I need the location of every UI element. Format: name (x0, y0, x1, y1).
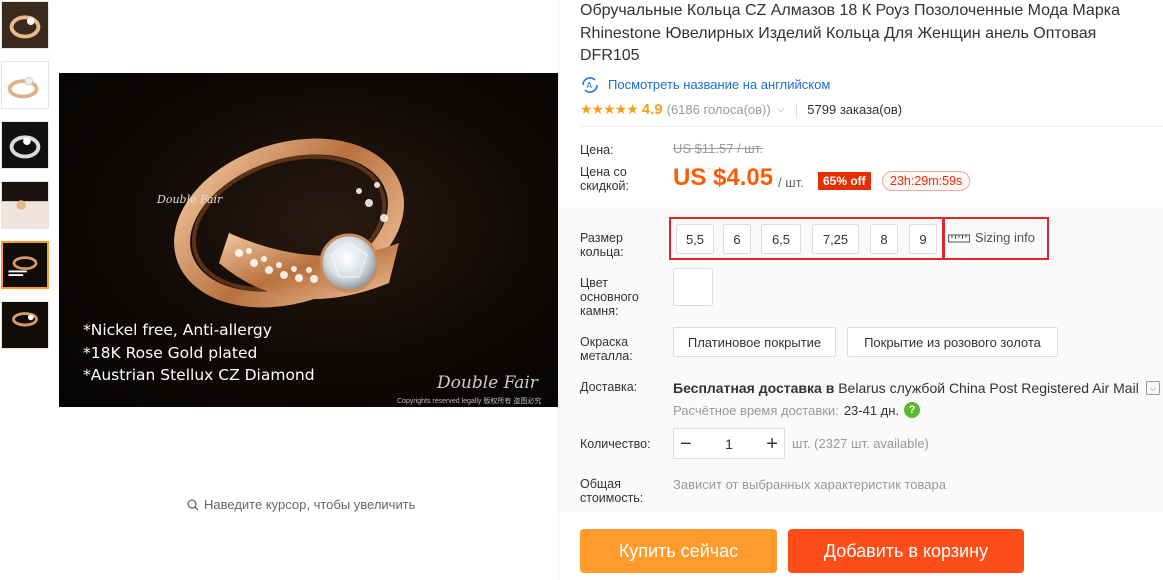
thumbnail-1[interactable] (1, 1, 49, 49)
stone-color-swatch[interactable] (673, 268, 713, 306)
quantity-stepper: − 1 + (673, 428, 785, 459)
original-price: US $11.57 / шт. (673, 141, 763, 156)
rating-value: 4.9 (641, 101, 663, 118)
magnifier-icon (187, 498, 199, 510)
zoom-hint: Наведите курсор, чтобы увеличить (187, 497, 415, 512)
shipping-dropdown-chevron-icon[interactable]: ⌵ (1146, 381, 1160, 395)
minus-icon[interactable]: − (680, 434, 692, 454)
size-option-6[interactable]: 6 (723, 224, 751, 254)
ring-size-label: Размер кольца: (580, 231, 624, 259)
thumbnail-6[interactable] (1, 301, 49, 349)
brand-logo: Double Fair (437, 373, 538, 393)
size-option-9[interactable]: 9 (909, 224, 937, 254)
divider (580, 126, 1163, 127)
translate-link[interactable]: Посмотреть название на английском (608, 77, 830, 92)
sizing-info-text: Sizing info (975, 230, 1035, 245)
discount-price-label: Цена со скидкой: (580, 165, 630, 193)
total-cost-note: Зависит от выбранных характеристик товар… (673, 477, 946, 492)
size-option-7-25[interactable]: 7,25 (812, 224, 859, 254)
metal-option-rose-gold[interactable]: Покрытие из розового золота (847, 327, 1058, 357)
metal-color-label: Окраска металла: (580, 335, 633, 363)
shipping-label: Доставка: (580, 380, 638, 394)
feature-item: *Austrian Stellux CZ Diamond (83, 366, 315, 384)
quantity-label: Количество: (580, 437, 651, 451)
main-product-image[interactable]: Double Fair *Nickel free, Anti-allergy *… (59, 73, 558, 407)
feature-list: *Nickel free, Anti-allergy *18K Rose Gol… (83, 319, 315, 387)
metal-option-platinum[interactable]: Платиновое покрытие (673, 327, 836, 357)
stone-color-label: Цвет основного камня: (580, 276, 639, 318)
product-title: Обручальные Кольца CZ Алмазов 18 К Роуз … (580, 2, 1120, 64)
thumbnail-5-selected[interactable] (1, 241, 49, 289)
votes-count[interactable]: (6186 голоса(ов)) (667, 102, 771, 117)
svg-text:A: A (587, 81, 593, 90)
quantity-available: шт. (2327 шт. available) (792, 436, 929, 451)
add-to-cart-button[interactable]: Добавить в корзину (788, 529, 1024, 573)
discount-price: US $4.05 (673, 164, 774, 191)
thumbnail-4[interactable] (1, 181, 49, 229)
quantity-input[interactable]: 1 (725, 436, 733, 452)
shipping-method: Бесплатная доставка в Belarus службой Ch… (673, 380, 1139, 396)
product-info: Обручальные Кольца CZ Алмазов 18 К Роуз … (559, 0, 1163, 573)
total-cost-label: Общая стоимость: (580, 477, 644, 505)
brand-watermark: Double Fair (157, 193, 223, 206)
rating-row: ★★★★★ 4.9 (6186 голоса(ов)) ⌵ 5799 заказ… (580, 100, 1163, 120)
thumbnail-2[interactable] (1, 61, 49, 109)
discount-badge: 65% off (818, 172, 871, 190)
help-icon[interactable]: ? (904, 402, 921, 418)
delivery-estimate: Расчётное время доставки: 23-41 дн. ? (673, 402, 921, 418)
chevron-down-icon[interactable]: ⌵ (777, 104, 785, 115)
zoom-hint-text: Наведите курсор, чтобы увеличить (204, 497, 416, 512)
translate-link-row[interactable]: A Посмотреть название на английском (580, 76, 1163, 94)
copyright-text: Copyrights reserved legally 版权所有 盗图必究 (397, 398, 542, 405)
countdown-timer: 23h:29m:59s (882, 171, 971, 191)
star-rating-icon: ★★★★★ (580, 101, 639, 117)
ruler-icon (948, 234, 970, 242)
sizing-info-link[interactable]: Sizing info (948, 230, 1035, 245)
plus-icon[interactable]: + (766, 434, 778, 454)
feature-item: *18K Rose Gold plated (83, 343, 258, 362)
thumbnail-3[interactable] (1, 121, 49, 169)
feature-item: *Nickel free, Anti-allergy (83, 321, 272, 339)
orders-count: 5799 заказа(ов) (807, 102, 903, 117)
size-option-8[interactable]: 8 (870, 224, 898, 254)
size-option-6-5[interactable]: 6,5 (761, 224, 801, 254)
price-unit: / шт. (778, 175, 804, 190)
separator (796, 102, 798, 117)
translate-icon: A (582, 76, 598, 93)
size-option-5-5[interactable]: 5,5 (676, 224, 714, 254)
buy-now-button[interactable]: Купить сейчас (580, 529, 777, 573)
price-label: Цена: (580, 143, 614, 157)
